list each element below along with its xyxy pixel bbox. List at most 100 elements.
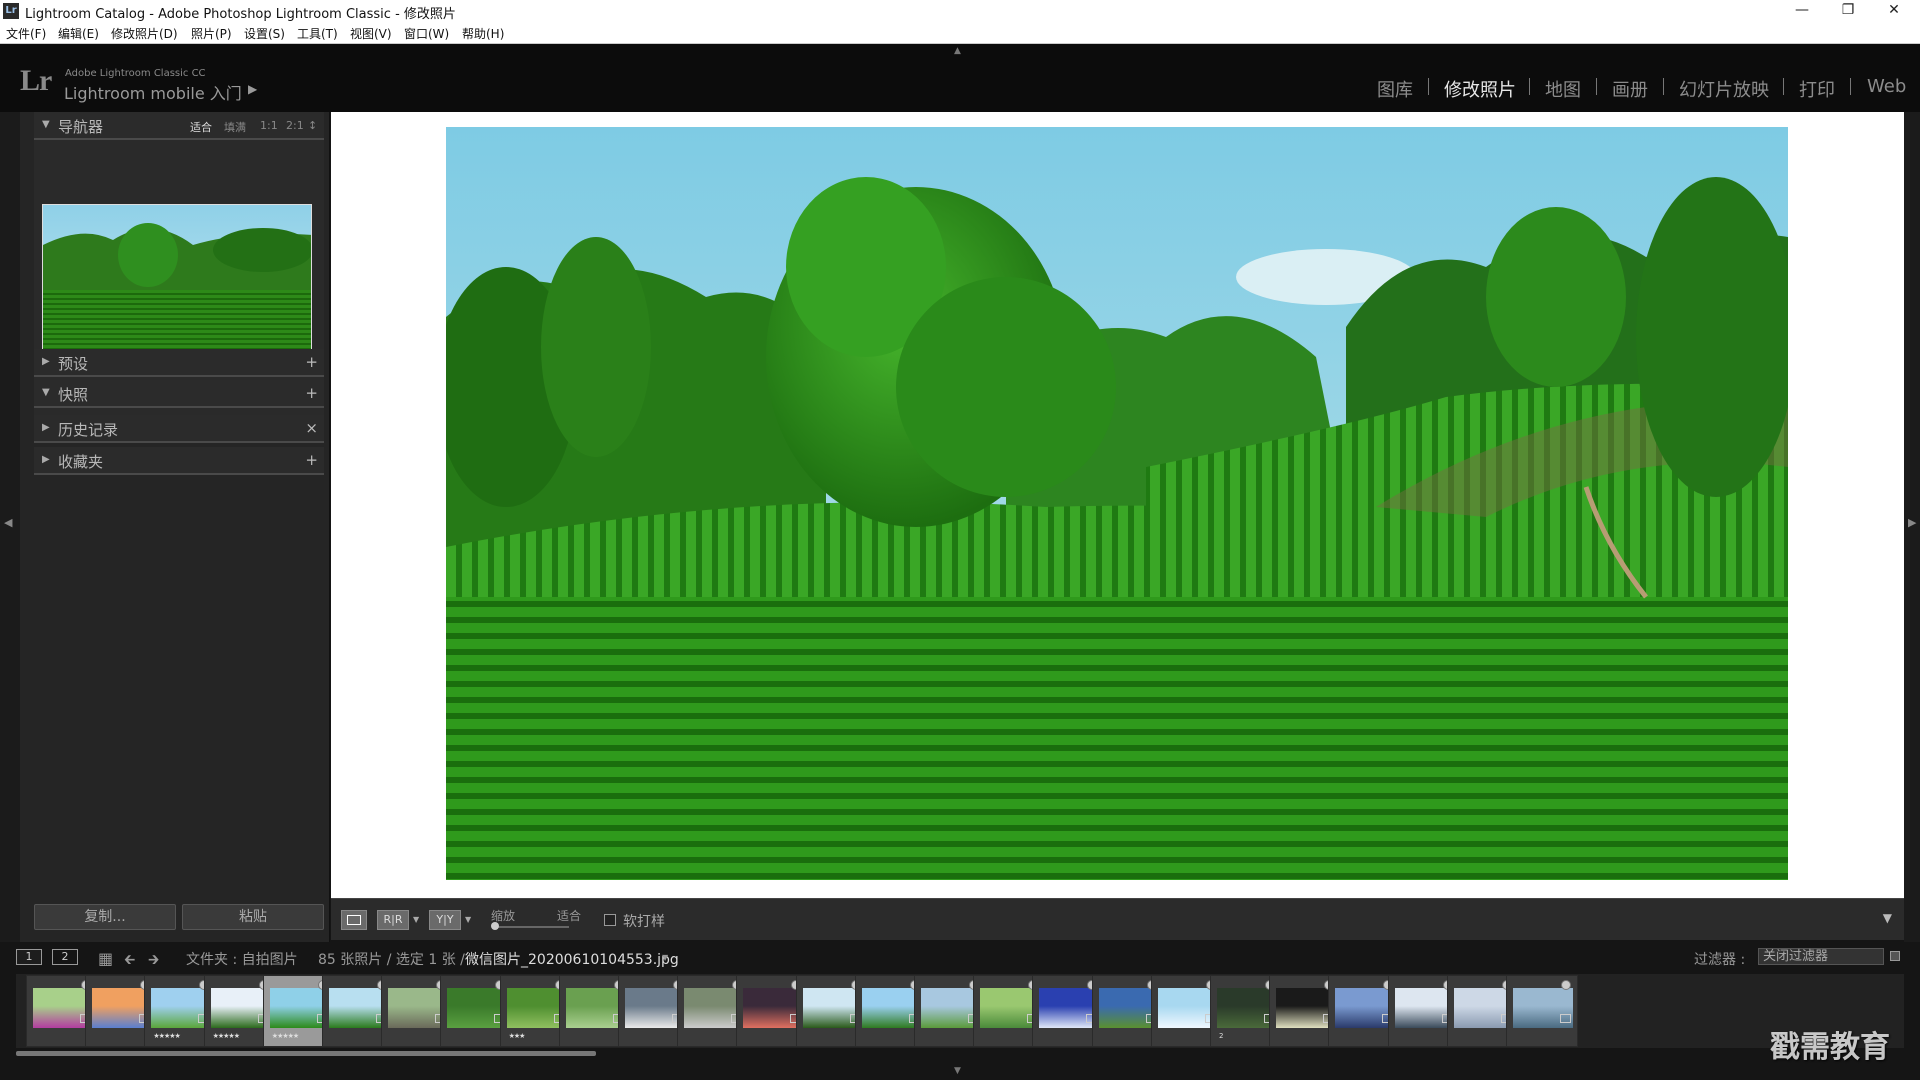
filmstrip-scroll-thumb[interactable] (16, 1051, 596, 1056)
snapshots-header[interactable]: ▼ 快照 + (34, 380, 324, 408)
zoom-slider-thumb[interactable] (491, 922, 499, 930)
zoom-slider[interactable] (493, 926, 569, 928)
app-icon: Lr (3, 3, 19, 19)
swap-dropdown-icon[interactable]: ▼ (465, 915, 471, 924)
left-panel: ▼ 导航器 适合 填满 1:1 2:1 ↕ ▶ 预设 + ▼ 快照 + ▶ 历史… (20, 112, 330, 942)
toolbar-menu-icon[interactable]: ▼ (1883, 911, 1892, 925)
menu-bar: 文件(F) 编辑(E) 修改照片(D) 照片(P) 设置(S) 工具(T) 视图… (0, 23, 1920, 44)
window-title: Lightroom Catalog - Adobe Photoshop Ligh… (25, 7, 456, 22)
edit-badge-icon (1561, 980, 1571, 990)
lr-logo: Lr (20, 64, 52, 97)
collapse-bottom-icon[interactable]: ▼ (954, 1066, 961, 1076)
presets-header[interactable]: ▶ 预设 + (34, 349, 324, 377)
module-bar: ▲ Lr Adobe Lightroom Classic CC Lightroo… (0, 44, 1920, 112)
star-rating: ★★★★★ (212, 1032, 240, 1040)
navigator-title: 导航器 (58, 118, 104, 136)
navigator-thumbnail[interactable] (42, 204, 312, 356)
restore-icon[interactable]: ❐ (1826, 0, 1870, 23)
forward-arrow-icon[interactable]: 🡲 (148, 949, 159, 973)
window-1-button[interactable]: 1 (16, 949, 42, 965)
zoom-2-1[interactable]: 2:1 (286, 119, 304, 132)
filmstrip: ★★★★★ ★★★★★ ★★★★★ ★★★ 2 (16, 974, 1904, 1048)
module-develop[interactable]: 修改照片 (1444, 76, 1516, 102)
filter-select[interactable]: 关闭过滤器 (1758, 948, 1884, 965)
zoom-1-1[interactable]: 1:1 (260, 119, 278, 132)
collapse-left-icon[interactable]: ◀ (4, 516, 12, 529)
add-preset-icon[interactable]: + (305, 353, 318, 371)
history-title: 历史记录 (58, 421, 119, 439)
menu-photo[interactable]: 照片(P) (191, 25, 232, 42)
menu-view[interactable]: 视图(V) (350, 25, 392, 42)
minimize-icon[interactable]: — (1780, 0, 1824, 23)
collections-title: 收藏夹 (58, 453, 104, 471)
module-library[interactable]: 图库 (1377, 76, 1413, 102)
add-collection-icon[interactable]: + (305, 451, 318, 469)
close-icon[interactable]: ✕ (1872, 0, 1916, 23)
before-after-dropdown-icon[interactable]: ▼ (413, 915, 419, 924)
product-name: Adobe Lightroom Classic CC (65, 68, 206, 79)
image-canvas (331, 112, 1904, 898)
window-2-button[interactable]: 2 (52, 949, 78, 965)
zoom-fit-label: 适合 (557, 909, 582, 923)
photo-count: 85 张照片 / 选定 1 张 / (318, 952, 465, 968)
snapshots-title: 快照 (58, 386, 89, 404)
filmstrip-thumbnail[interactable] (1506, 975, 1578, 1047)
menu-edit[interactable]: 编辑(E) (58, 25, 99, 42)
main-photo[interactable] (446, 127, 1788, 880)
before-after-tb-button[interactable]: Y|Y (429, 910, 461, 930)
copy-button[interactable]: 复制... (34, 904, 176, 930)
soft-proof-checkbox[interactable] (604, 914, 616, 926)
play-arrow-icon[interactable]: ▶ (248, 82, 257, 96)
filename-dropdown-icon[interactable]: ▼ (662, 953, 668, 962)
collapsed-triangle-icon[interactable]: ▶ (42, 454, 50, 465)
zoom-fill[interactable]: 填满 (224, 119, 246, 135)
module-web[interactable]: Web (1867, 76, 1906, 97)
star-rating: 2 (1219, 1032, 1224, 1040)
zoom-more-icon[interactable]: ↕ (308, 119, 317, 132)
collections-header[interactable]: ▶ 收藏夹 + (34, 447, 324, 475)
left-panel-toggle[interactable]: ◀ (0, 112, 20, 952)
loupe-view-icon[interactable] (341, 910, 367, 930)
star-rating: ★★★★★ (153, 1032, 180, 1040)
menu-develop[interactable]: 修改照片(D) (111, 25, 178, 42)
zoom-fit[interactable]: 适合 (190, 119, 212, 135)
history-header[interactable]: ▶ 历史记录 × (34, 415, 324, 443)
title-bar: Lr Lightroom Catalog - Adobe Photoshop L… (0, 0, 1920, 23)
copy-paste-row: 复制... 粘贴 (34, 904, 324, 934)
menu-window[interactable]: 窗口(W) (404, 25, 449, 42)
menu-help[interactable]: 帮助(H) (462, 25, 504, 42)
soft-proof-label: 软打样 (623, 914, 665, 930)
paste-button[interactable]: 粘贴 (182, 904, 324, 930)
add-snapshot-icon[interactable]: + (305, 384, 318, 402)
collapsed-triangle-icon[interactable]: ▶ (42, 422, 50, 433)
clear-history-icon[interactable]: × (305, 419, 318, 437)
back-arrow-icon[interactable]: 🡰 (124, 949, 135, 973)
star-rating: ★★★ (508, 1032, 526, 1040)
collapse-top-icon[interactable]: ▲ (954, 46, 961, 56)
module-book[interactable]: 画册 (1612, 76, 1648, 102)
module-map[interactable]: 地图 (1545, 76, 1581, 102)
filter-label: 过滤器 : (1694, 952, 1746, 968)
module-print[interactable]: 打印 (1799, 76, 1835, 102)
filmstrip-bar: 1 2 ▦ 🡰 🡲 文件夹 : 自拍图片 85 张照片 / 选定 1 张 / 微… (0, 942, 1920, 972)
expand-triangle-icon[interactable]: ▼ (42, 119, 50, 130)
collapsed-triangle-icon[interactable]: ▶ (42, 356, 50, 367)
menu-tools[interactable]: 工具(T) (297, 25, 338, 42)
grid-icon[interactable]: ▦ (98, 949, 113, 968)
develop-toolbar: R|R ▼ Y|Y ▼ 缩放 适合 软打样 ▼ (331, 898, 1904, 940)
filter-lock-icon[interactable] (1890, 951, 1900, 961)
star-rating: ★★★★★ (271, 1032, 299, 1040)
folder-source[interactable]: 文件夹 : 自拍图片 (186, 949, 298, 969)
navigator-header[interactable]: ▼ 导航器 适合 填满 1:1 2:1 ↕ (34, 112, 324, 140)
copy-badge-icon (1560, 1014, 1571, 1023)
selected-filename[interactable]: 微信图片_20200610104553.jpg (465, 949, 679, 969)
before-after-lr-button[interactable]: R|R (377, 910, 409, 930)
menu-file[interactable]: 文件(F) (6, 25, 46, 42)
menu-settings[interactable]: 设置(S) (244, 25, 285, 42)
module-slideshow[interactable]: 幻灯片放映 (1679, 76, 1769, 102)
right-panel-toggle[interactable]: ▶ (1904, 112, 1920, 952)
collapse-right-icon[interactable]: ▶ (1908, 516, 1916, 529)
expand-triangle-icon[interactable]: ▼ (42, 387, 50, 398)
mobile-link[interactable]: Lightroom mobile 入门 (64, 80, 242, 104)
filmstrip-scrollbar[interactable] (16, 1049, 1904, 1059)
